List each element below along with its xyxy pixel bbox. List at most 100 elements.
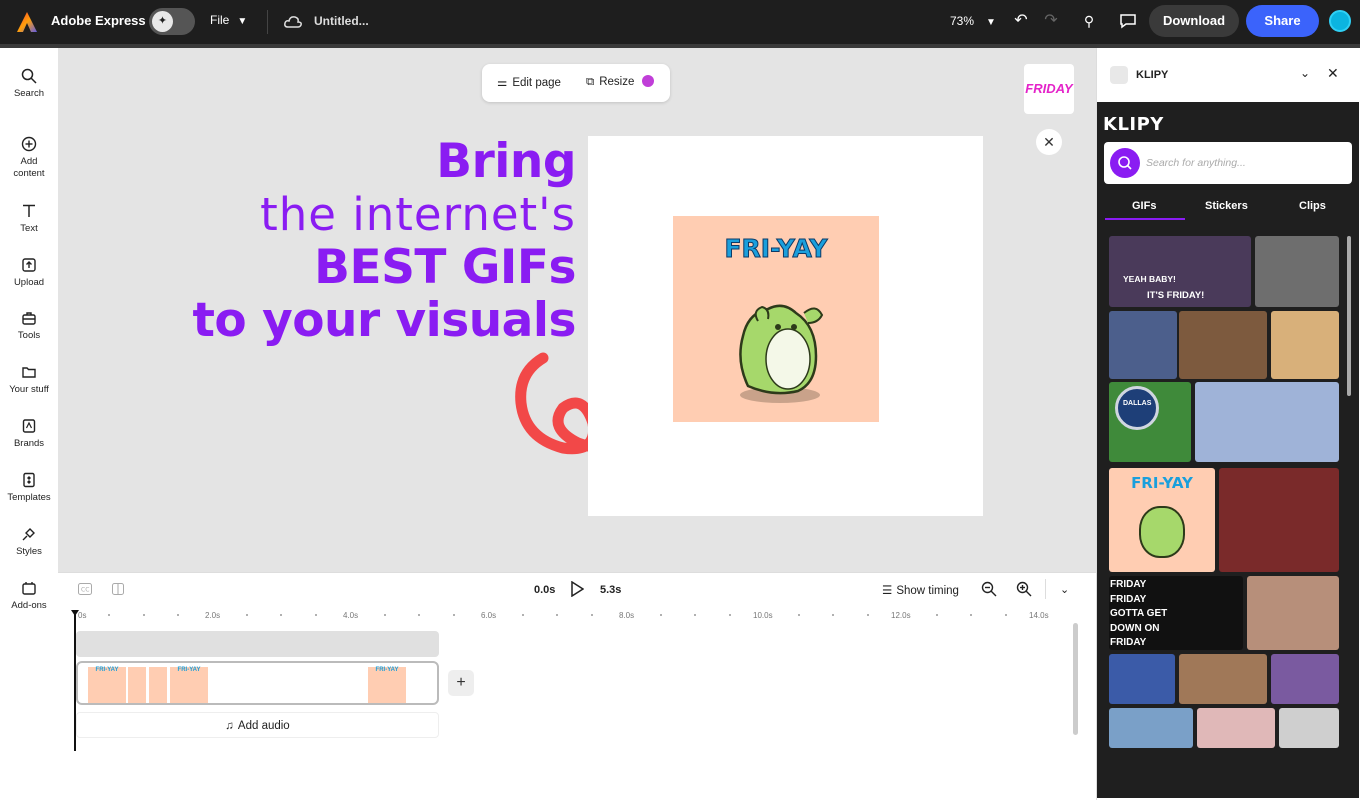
friyay-gif[interactable]: FRI-YAY <box>673 216 879 422</box>
gif-thumbnail[interactable] <box>1197 708 1275 748</box>
rail-item-brands[interactable]: Brands <box>0 418 58 450</box>
adobe-express-logo-icon[interactable] <box>16 11 38 33</box>
tab-clips[interactable]: Clips <box>1299 200 1326 212</box>
gif-thumbnail[interactable] <box>1247 576 1339 650</box>
rail-item-templates[interactable]: Templates <box>0 472 58 504</box>
gif-thumbnail[interactable] <box>1109 708 1193 748</box>
download-button[interactable]: Download <box>1149 5 1239 37</box>
close-icon[interactable]: ✕ <box>1036 129 1062 155</box>
rail-item-add-ons[interactable]: Add-ons <box>0 580 58 612</box>
close-icon[interactable]: ✕ <box>1327 65 1339 82</box>
gif-thumbnail[interactable] <box>1219 468 1339 572</box>
search-icon[interactable] <box>1110 148 1140 178</box>
friday-page-thumbnail[interactable]: FRIDAY <box>1024 64 1074 114</box>
undo-icon[interactable]: ↶ <box>1010 10 1032 32</box>
split-icon[interactable] <box>112 583 124 598</box>
clip-thumbnail[interactable] <box>128 667 146 703</box>
premium-icon <box>641 75 654 87</box>
gif-thumbnail[interactable]: DALLAS <box>1109 382 1191 462</box>
show-timing-button[interactable]: ☰ Show timing <box>882 583 959 597</box>
gif-thumbnail[interactable] <box>1271 311 1339 379</box>
frog-character-icon <box>739 304 824 403</box>
gif-thumbnail[interactable] <box>1109 654 1175 704</box>
resize-button[interactable]: ⧉ Resize <box>586 75 654 89</box>
gif-thumbnail[interactable] <box>1255 236 1339 307</box>
clip-thumbnail[interactable]: FRI-YAY <box>170 667 208 703</box>
headline-line-2[interactable]: the internet's <box>260 188 576 241</box>
ruler-tick <box>798 614 800 616</box>
share-button[interactable]: Share <box>1246 5 1319 37</box>
comment-icon[interactable] <box>1117 10 1139 32</box>
active-tab-indicator <box>1105 218 1185 220</box>
addon-panel: KLIPY ⌄ ✕ KLIPY Search for anything... G… <box>1096 48 1360 800</box>
add-audio-button[interactable]: ♫ Add audio <box>76 712 439 738</box>
edit-page-button[interactable]: ⚌ Edit page <box>497 75 561 89</box>
headline-line-1[interactable]: Bring <box>436 134 576 189</box>
page-toolbar: ⚌ Edit page ⧉ Resize <box>482 64 670 102</box>
ruler-tick <box>1005 614 1007 616</box>
gif-thumbnail[interactable] <box>1179 311 1267 379</box>
zoom-in-button[interactable] <box>1016 581 1032 602</box>
gif-caption: FRIDAY <box>1110 593 1147 605</box>
zoom-out-button[interactable] <box>981 581 997 602</box>
clip-thumbnail[interactable]: FRI-YAY <box>368 667 406 703</box>
clip-thumbnail[interactable] <box>149 667 167 703</box>
tab-stickers[interactable]: Stickers <box>1205 200 1248 212</box>
gif-thumbnail[interactable] <box>1179 654 1267 704</box>
clip-thumbnail[interactable]: FRI-YAY <box>88 667 126 703</box>
ruler-label: 14.0s <box>1029 611 1049 620</box>
search-placeholder: Search for anything... <box>1146 157 1246 169</box>
video-track[interactable]: FRI-YAY FRI-YAY FRI-YAY <box>76 661 439 705</box>
divider <box>1045 579 1046 599</box>
ruler-tick <box>867 614 869 616</box>
gif-thumbnail[interactable] <box>1271 654 1339 704</box>
collapse-icon[interactable]: ⌄ <box>1300 66 1310 80</box>
rail-item-label: Add-ons <box>11 600 47 611</box>
search-input[interactable]: Search for anything... <box>1104 142 1352 184</box>
add-track-button[interactable]: + <box>448 670 474 696</box>
ruler-tick <box>970 614 972 616</box>
brand-icon <box>22 419 36 433</box>
gif-thumbnail[interactable] <box>1195 382 1339 462</box>
timeline-scrollbar[interactable] <box>1073 623 1078 735</box>
frog-character-icon <box>1139 506 1185 558</box>
zoom-dropdown[interactable]: 73% ▼ <box>950 14 996 28</box>
plus-circle-icon <box>21 136 37 152</box>
panel-scrollbar[interactable] <box>1347 236 1351 396</box>
document-title[interactable]: Untitled... <box>314 14 369 28</box>
rail-item-search[interactable]: Search <box>0 68 58 100</box>
collapse-timeline-icon[interactable]: ⌄ <box>1060 583 1069 596</box>
rail-item-upload[interactable]: Upload <box>0 257 58 289</box>
tab-gifs[interactable]: GIFs <box>1132 200 1156 212</box>
file-menu[interactable]: File ▼ <box>210 13 247 27</box>
empty-track[interactable] <box>76 631 439 657</box>
gif-thumbnail[interactable]: FRI-YAY <box>1109 468 1215 572</box>
panel-title: KLIPY <box>1136 69 1169 81</box>
headline-line-4[interactable]: to your visuals <box>192 293 576 348</box>
playhead-handle[interactable] <box>71 610 79 616</box>
headline-line-3[interactable]: BEST GIFs <box>314 240 576 295</box>
rail-item-tools[interactable]: Tools <box>0 310 58 342</box>
rail-item-text[interactable]: Text <box>0 203 58 235</box>
rail-item-styles[interactable]: Styles <box>0 526 58 558</box>
redo-icon[interactable]: ↷ <box>1040 10 1062 32</box>
divider <box>267 10 268 34</box>
avatar[interactable] <box>1329 10 1351 32</box>
ai-toggle[interactable]: ✦ <box>149 8 195 35</box>
play-button[interactable] <box>570 580 585 602</box>
artboard[interactable]: FRI-YAY <box>588 136 983 516</box>
text-icon <box>23 204 35 217</box>
klipy-logo: KLIPY <box>1103 114 1164 135</box>
gif-thumbnail[interactable] <box>1109 311 1177 379</box>
gif-thumbnail[interactable]: FRIDAY FRIDAY GOTTA GET DOWN ON FRIDAY <box>1109 576 1243 650</box>
add-audio-label: Add audio <box>237 720 290 732</box>
rail-item-your-stuff[interactable]: Your stuff <box>0 364 58 396</box>
rail-item-add-content[interactable]: Add content <box>0 136 58 180</box>
clip-label: FRI-YAY <box>375 667 399 673</box>
upload-icon <box>22 258 36 272</box>
canvas-area[interactable]: ⚌ Edit page ⧉ Resize Bring the internet's … <box>58 48 1096 572</box>
captions-icon[interactable]: CC <box>78 583 92 598</box>
invite-user-icon[interactable]: ⚲ <box>1078 10 1100 32</box>
gif-thumbnail[interactable]: YEAH BABY! IT'S FRIDAY! <box>1109 236 1251 307</box>
gif-thumbnail[interactable] <box>1279 708 1339 748</box>
